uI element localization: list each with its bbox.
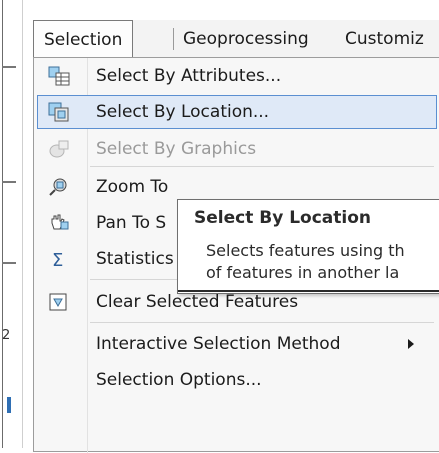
menu-selection[interactable]: Selection bbox=[33, 20, 134, 58]
svg-text:Σ: Σ bbox=[52, 250, 63, 269]
menu-item-label: Statistics bbox=[96, 249, 174, 269]
menu-item-select-by-location[interactable]: Select By Location... bbox=[37, 95, 437, 129]
menu-item-label: Select By Location... bbox=[96, 102, 270, 122]
background-blue-mark bbox=[7, 397, 11, 413]
menu-item-label: Pan To S bbox=[96, 213, 167, 233]
sigma-icon: Σ bbox=[48, 249, 70, 269]
menu-geoprocessing[interactable]: Geoprocessing bbox=[183, 20, 309, 58]
submenu-arrow-icon bbox=[408, 339, 414, 349]
tooltip-line: Selects features using th bbox=[206, 241, 405, 260]
menu-item-select-by-graphics[interactable]: Select By Graphics bbox=[34, 131, 439, 167]
location-select-icon bbox=[48, 102, 70, 122]
menu-item-label: Select By Graphics bbox=[96, 139, 257, 159]
tooltip-title: Select By Location bbox=[194, 208, 372, 228]
background-divider-light bbox=[22, 0, 23, 448]
menu-item-select-by-attributes[interactable]: Select By Attributes... bbox=[34, 58, 439, 94]
menu-item-label: Interactive Selection Method bbox=[96, 334, 341, 354]
background-digit: 2 bbox=[2, 328, 11, 343]
menu-item-selection-options[interactable]: Selection Options... bbox=[34, 362, 439, 398]
menu-bar: Selection Geoprocessing Customiz bbox=[33, 20, 439, 59]
menu-item-label: Zoom To bbox=[96, 177, 169, 197]
pan-to-selected-icon bbox=[48, 213, 70, 233]
menu-separator bbox=[90, 322, 434, 323]
menu-bar-separator bbox=[173, 28, 174, 50]
background-tick bbox=[2, 181, 16, 183]
menu-item-label: Select By Attributes... bbox=[96, 66, 282, 86]
tooltip-line: of features in another la bbox=[206, 263, 400, 282]
table-select-icon bbox=[48, 66, 70, 86]
select-by-location-tooltip: Select By Location Selects features usin… bbox=[177, 199, 439, 294]
background-tick bbox=[2, 66, 16, 68]
zoom-to-selected-icon bbox=[48, 177, 70, 197]
background-window: 2 bbox=[0, 0, 32, 448]
tooltip-bottom-rule bbox=[178, 290, 439, 292]
background-tick bbox=[2, 262, 16, 264]
tooltip-body: Selects features using th of features in… bbox=[206, 240, 405, 284]
menu-item-label: Selection Options... bbox=[96, 370, 262, 390]
clear-selection-icon bbox=[48, 292, 70, 312]
menu-customize[interactable]: Customiz bbox=[345, 20, 424, 58]
graphics-select-icon bbox=[48, 139, 70, 159]
menu-separator bbox=[90, 166, 434, 167]
menu-item-interactive-selection-method[interactable]: Interactive Selection Method bbox=[34, 326, 439, 362]
